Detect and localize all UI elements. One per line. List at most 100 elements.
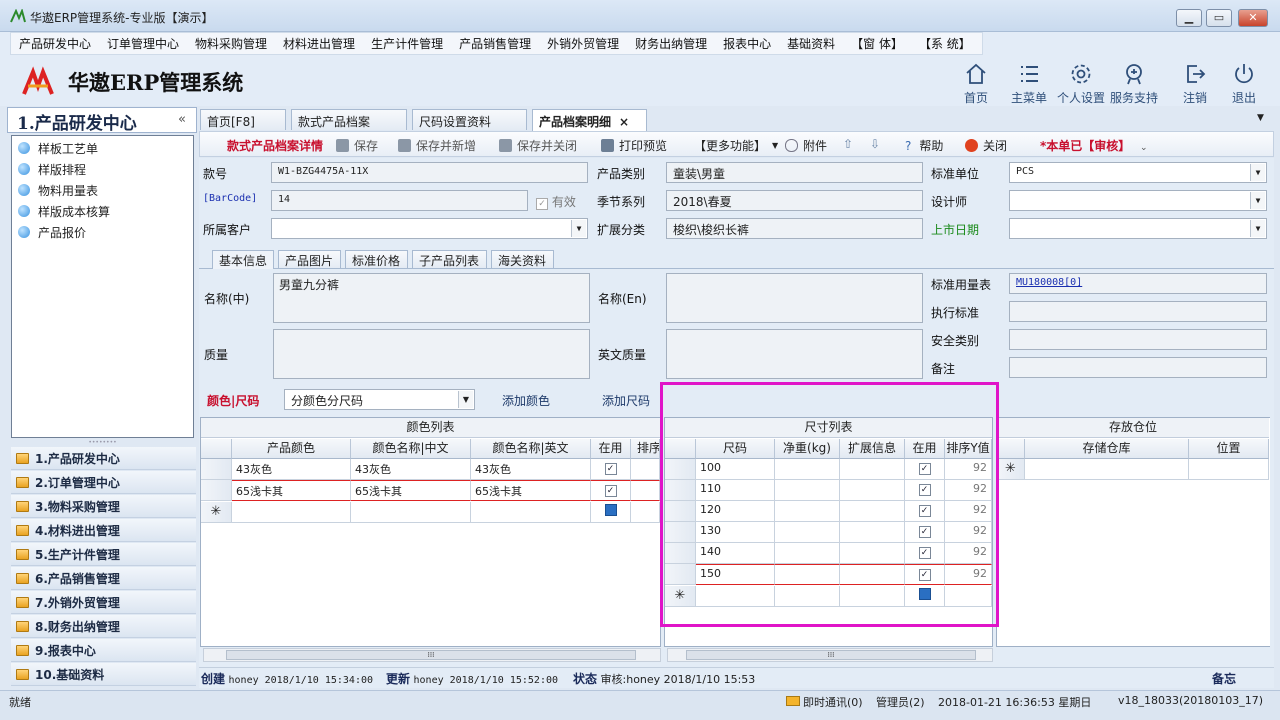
scrollbar-thumb[interactable]: ⁞⁞⁞	[686, 650, 976, 660]
close-window-button[interactable]: ✕	[1238, 9, 1268, 27]
module-item[interactable]: 2.订单管理中心	[11, 471, 196, 494]
menu-item[interactable]: 产品销售管理	[451, 35, 539, 52]
quality-field[interactable]	[273, 329, 590, 379]
grid-cell[interactable]	[631, 459, 660, 480]
subtab-sub-products[interactable]: 子产品列表	[412, 250, 487, 268]
personal-settings-button[interactable]: 个人设置	[1053, 60, 1109, 106]
grid-cell[interactable]: 65浅卡其	[351, 480, 471, 501]
menu-item[interactable]: 外销外贸管理	[539, 35, 627, 52]
grid-cell[interactable]	[471, 502, 591, 523]
module-item[interactable]: 6.产品销售管理	[11, 567, 196, 590]
valid-checkbox[interactable]: ✓ 有效	[536, 193, 576, 210]
new-row-marker-icon[interactable]: ✳	[997, 459, 1025, 480]
menu-item[interactable]: 材料进出管理	[275, 35, 363, 52]
row-header[interactable]	[201, 480, 232, 501]
more-functions-button[interactable]: 【更多功能】 ▼	[694, 137, 778, 154]
grid-cell[interactable]: 43灰色	[471, 459, 591, 480]
chevron-down-icon[interactable]: ▼	[1250, 164, 1265, 181]
minimize-button[interactable]: ▁	[1176, 9, 1202, 27]
panel-splitter[interactable]: ••••••••	[11, 439, 194, 447]
toolbar-overflow-icon[interactable]: ⌄	[1140, 143, 1148, 153]
row-header[interactable]	[201, 459, 232, 480]
ext-category-field[interactable]: 梭织\梭织长裤	[666, 218, 923, 239]
style-no-field[interactable]: W1-BZG4475A-11X	[271, 162, 588, 183]
save-button[interactable]: 保存	[336, 137, 378, 154]
module-item[interactable]: 8.财务出纳管理	[11, 615, 196, 638]
memo-button[interactable]: 备忘	[1212, 670, 1236, 687]
chevron-down-icon[interactable]: ▼	[571, 220, 586, 237]
grid-cell[interactable]	[631, 480, 660, 501]
tree-item[interactable]: 样版成本核算	[18, 201, 110, 221]
attachment-button[interactable]: 附件	[785, 137, 827, 154]
save-close-button[interactable]: 保存并关闭	[499, 137, 577, 154]
barcode-field[interactable]: 14	[271, 190, 528, 211]
close-form-button[interactable]: 关闭	[965, 137, 1007, 154]
subtab-std-price[interactable]: 标准价格	[345, 250, 408, 268]
menu-item[interactable]: 财务出纳管理	[627, 35, 715, 52]
subtab-customs[interactable]: 海关资料	[491, 250, 554, 268]
in-use-checkbox[interactable]: ✓	[591, 459, 631, 480]
help-button[interactable]: ? 帮助	[905, 137, 943, 154]
new-row-marker-icon[interactable]: ✳	[201, 502, 232, 523]
column-header[interactable]: 存储仓库	[1025, 439, 1189, 459]
grid-cell[interactable]: 65浅卡其	[232, 480, 351, 501]
collapse-panel-icon[interactable]: «	[178, 112, 186, 127]
save-new-button[interactable]: 保存并新增	[398, 137, 476, 154]
menu-item[interactable]: 报表中心	[715, 35, 779, 52]
chevron-down-icon[interactable]: ▼	[458, 391, 473, 408]
grid-cell[interactable]	[1025, 459, 1189, 480]
column-header[interactable]: 产品颜色	[232, 439, 351, 459]
move-down-icon[interactable]: ⇩	[870, 137, 880, 151]
subtab-images[interactable]: 产品图片	[278, 250, 341, 268]
grid-cell[interactable]: 43灰色	[232, 459, 351, 480]
grid-cell[interactable]	[351, 502, 471, 523]
remark-field[interactable]	[1009, 357, 1267, 378]
module-item[interactable]: 1.产品研发中心	[11, 447, 196, 470]
grid-cell[interactable]	[631, 502, 660, 523]
category-field[interactable]: 童装\男童	[666, 162, 923, 183]
main-menu-button[interactable]: 主菜单	[1001, 60, 1057, 106]
move-up-icon[interactable]: ⇧	[843, 137, 853, 151]
support-button[interactable]: 服务支持	[1106, 60, 1162, 106]
logout-button[interactable]: 注销	[1167, 60, 1223, 106]
print-preview-button[interactable]: 打印预览	[601, 137, 667, 154]
tree-item[interactable]: 样板工艺单	[18, 138, 98, 158]
column-header[interactable]: 颜色名称|中文	[351, 439, 471, 459]
add-color-link[interactable]: 添加颜色	[502, 392, 550, 409]
chevron-down-icon[interactable]: ▼	[1250, 220, 1265, 237]
grid-cell[interactable]	[232, 502, 351, 523]
column-header[interactable]: 排序	[631, 439, 660, 459]
module-item[interactable]: 9.报表中心	[11, 639, 196, 662]
menu-item[interactable]: 物料采购管理	[187, 35, 275, 52]
column-header[interactable]: 颜色名称|英文	[471, 439, 591, 459]
home-button[interactable]: 首页	[948, 60, 1004, 106]
std-usage-link[interactable]: MU180008[0]	[1016, 277, 1082, 288]
std-usage-field[interactable]: MU180008[0]	[1009, 273, 1267, 294]
tree-item[interactable]: 样版排程	[18, 159, 86, 179]
grid-cell[interactable]	[1189, 459, 1269, 480]
tree-item[interactable]: 物料用量表	[18, 180, 98, 200]
module-item[interactable]: 5.生产计件管理	[11, 543, 196, 566]
name-en-field[interactable]	[666, 273, 923, 323]
subtab-basic[interactable]: 基本信息	[212, 250, 274, 269]
color-grid-scrollbar[interactable]: ⁞⁞⁞	[203, 648, 661, 662]
instant-message-button[interactable]: 即时通讯(0)	[786, 694, 863, 710]
add-size-link[interactable]: 添加尺码	[602, 392, 650, 409]
exit-button[interactable]: 退出	[1216, 60, 1272, 106]
menu-item[interactable]: 基础资料	[779, 35, 843, 52]
scrollbar-thumb[interactable]: ⁞⁞⁞	[226, 650, 636, 660]
exec-std-field[interactable]	[1009, 301, 1267, 322]
module-item[interactable]: 7.外销外贸管理	[11, 591, 196, 614]
unit-select[interactable]: PCS ▼	[1009, 162, 1267, 183]
quality-en-field[interactable]	[666, 329, 923, 379]
menu-item[interactable]: 【系 统】	[911, 35, 979, 52]
module-item[interactable]: 10.基础资料	[11, 663, 196, 686]
safety-field[interactable]	[1009, 329, 1267, 350]
in-use-checkbox[interactable]: ✓	[591, 480, 631, 501]
size-grid-scrollbar[interactable]: ⁞⁞⁞	[667, 648, 993, 662]
designer-select[interactable]: ▼	[1009, 190, 1267, 211]
color-size-mode-select[interactable]: 分颜色分尺码 ▼	[284, 389, 475, 410]
tab-style-archive[interactable]: 款式产品档案	[291, 109, 407, 130]
tab-product-detail[interactable]: 产品档案明细 ×	[532, 109, 647, 131]
module-item[interactable]: 3.物料采购管理	[11, 495, 196, 518]
